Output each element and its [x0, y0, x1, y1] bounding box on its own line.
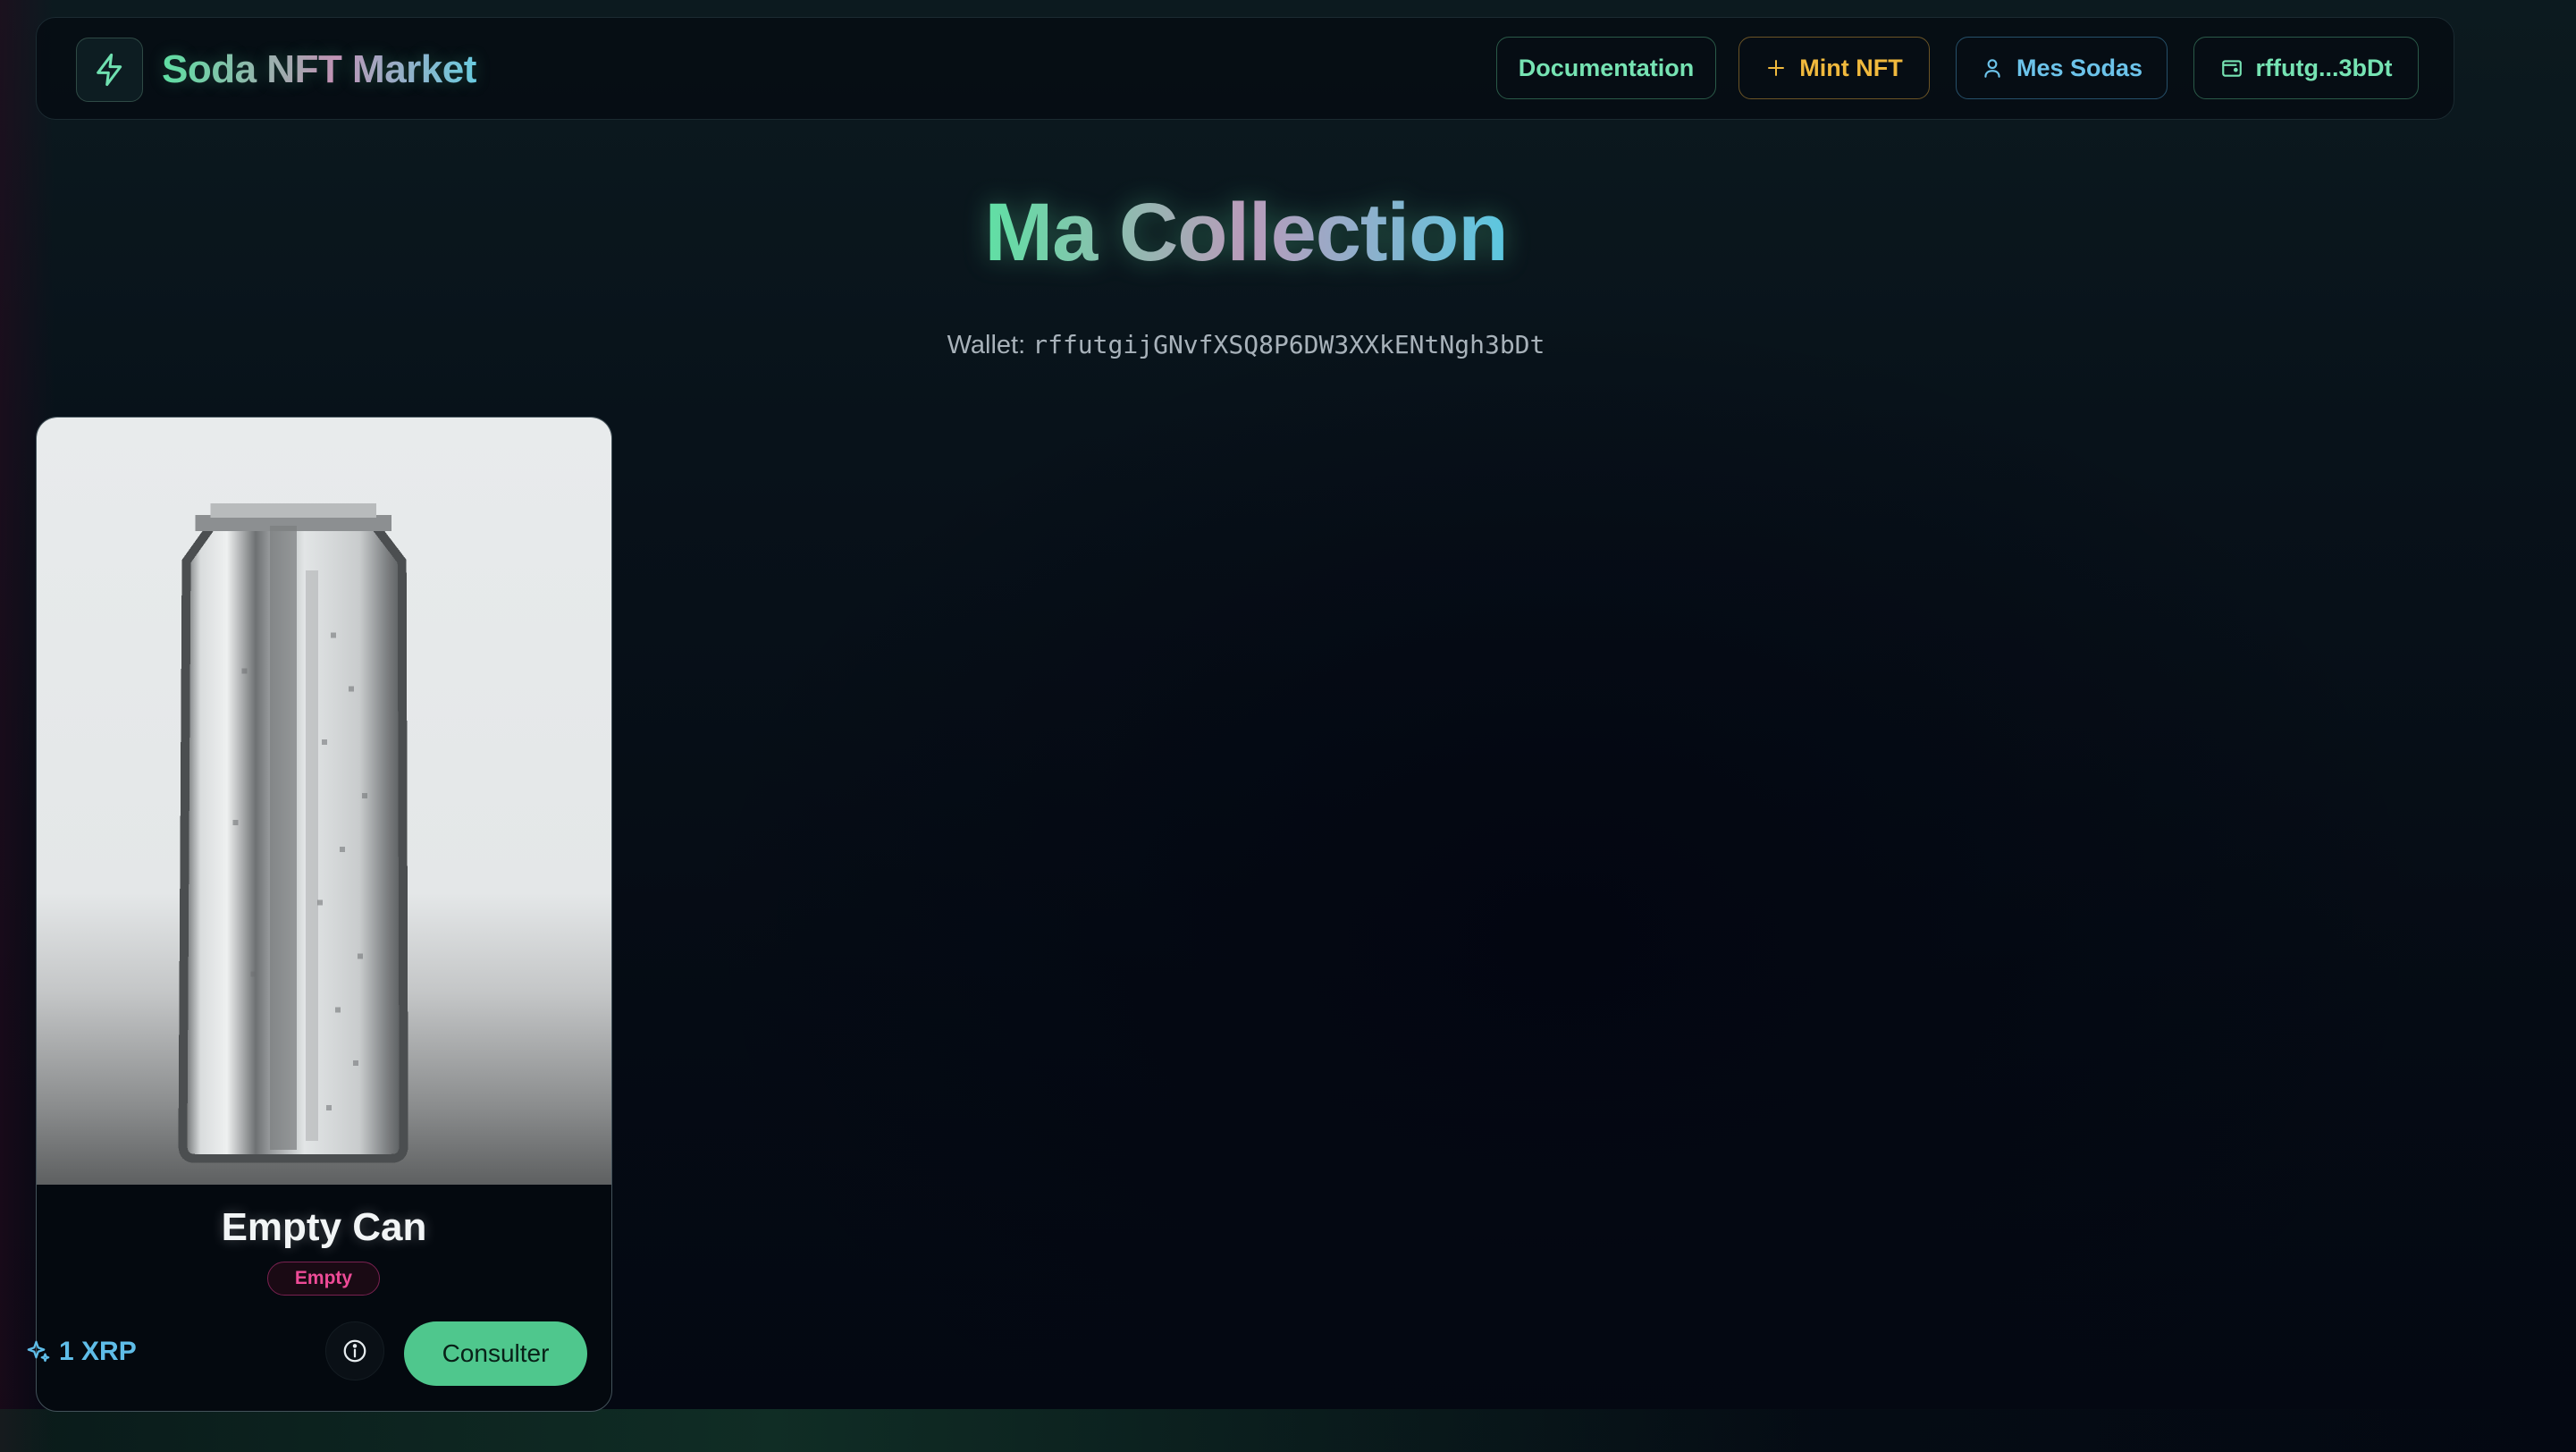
wallet-label: Wallet: [947, 331, 1026, 359]
wallet-short-address: rffutg...3bDt [2255, 54, 2393, 81]
sparkles-icon [27, 1340, 50, 1363]
page-title: Ma Collection [984, 187, 1508, 278]
brand-title[interactable]: Soda NFT Market [162, 43, 476, 97]
mes-sodas-button[interactable]: Mes Sodas [1956, 37, 2168, 99]
documentation-button[interactable]: Documentation [1496, 37, 1716, 99]
lightning-icon [96, 53, 122, 87]
top-navbar: Soda NFT Market Documentation Mint NFT M… [36, 17, 2454, 120]
nft-card[interactable]: Empty Can Empty Consulter [36, 417, 612, 1412]
wallet-address: rffutgijGNvfXSQ8P6DW3XXkENtNgh3bDt [1032, 330, 1545, 359]
logo-button[interactable] [76, 38, 143, 102]
consulter-button[interactable]: Consulter [404, 1321, 587, 1386]
status-badge: Empty [267, 1262, 380, 1296]
mint-nft-button[interactable]: Mint NFT [1738, 37, 1930, 99]
plus-icon [1768, 60, 1785, 76]
nft-price: 1 XRP [25, 1332, 137, 1372]
documentation-label: Documentation [1518, 54, 1695, 81]
price-label: 1 XRP [59, 1337, 137, 1366]
user-icon [1984, 59, 2000, 78]
info-button[interactable] [325, 1321, 384, 1380]
background-bottom-glow [0, 1409, 2576, 1452]
empty-can-image [178, 503, 408, 1163]
wallet-button[interactable]: rffutg...3bDt [2193, 37, 2419, 99]
mint-nft-label: Mint NFT [1799, 54, 1903, 81]
nft-image [37, 418, 611, 1185]
mes-sodas-label: Mes Sodas [2016, 54, 2143, 81]
nft-name: Empty Can [221, 1205, 427, 1249]
info-icon [343, 1339, 366, 1363]
wallet-address-line: Wallet: rffutgijGNvfXSQ8P6DW3XXkENtNgh3b… [0, 327, 2492, 363]
wallet-icon [2221, 60, 2242, 77]
